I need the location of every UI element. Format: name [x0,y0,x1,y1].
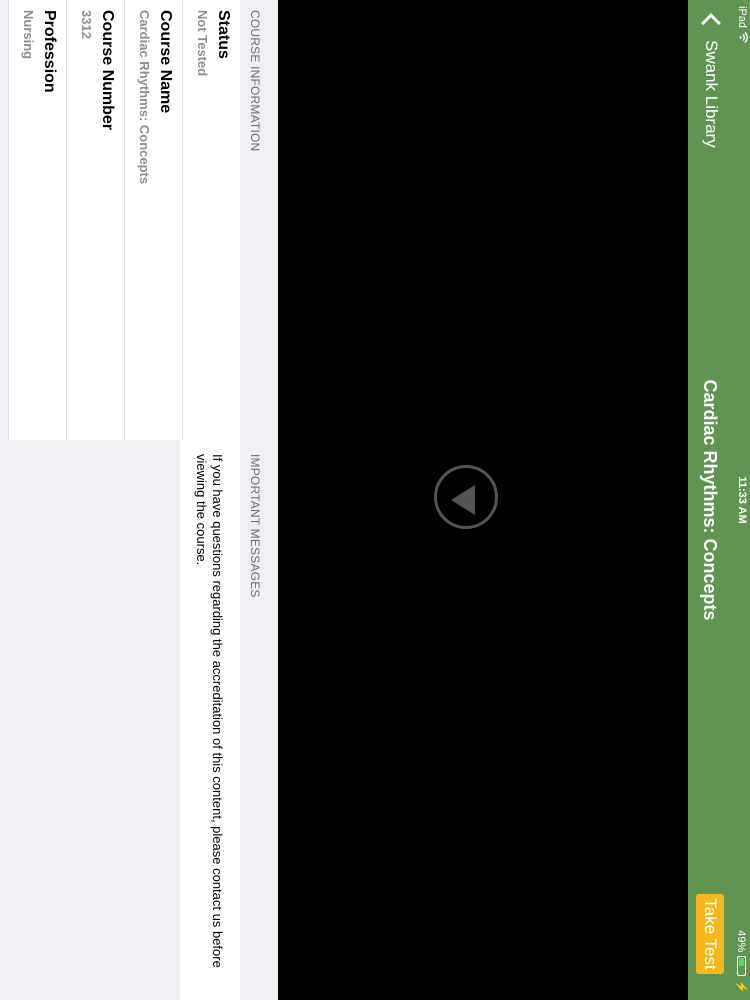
play-button[interactable] [434,465,498,529]
battery-percent: 49% [735,930,748,953]
message-box: If you have questions regarding the accr… [180,440,240,1000]
info-row-course-name: Course Name Cardiac Rhythms: Concepts [124,0,182,440]
info-label: Course Name [157,10,174,114]
info-label: Profession [41,10,58,93]
info-value: Nursing [21,10,36,60]
battery-icon [737,956,746,977]
battery-level [739,958,744,967]
info-value: Not Tested [195,10,210,77]
clock: 11:33 AM [736,476,748,524]
info-row-profession: Profession Nursing [8,0,66,440]
landscape-content: iPad 11:33 AM 49% ⚡ Swank Library Cardia… [0,0,750,1000]
info-value: 3312 [79,10,94,39]
course-information-list: Status Not Tested Course Name Cardiac Rh… [8,0,240,440]
info-label: Status [215,10,232,59]
info-row-status: Status Not Tested [182,0,240,440]
status-bar: iPad 11:33 AM 49% ⚡ [732,0,750,1000]
play-icon [451,485,475,515]
page-title: Cardiac Rhythms: Concepts [700,379,720,621]
navigation-bar: iPad 11:33 AM 49% ⚡ Swank Library Cardia… [688,0,750,1000]
screen: iPad 11:33 AM 49% ⚡ Swank Library Cardia… [0,0,750,1000]
status-right: 49% ⚡ [735,930,748,994]
info-value: Cardiac Rhythms: Concepts [137,10,152,185]
important-messages-header: IMPORTANT MESSAGES [248,454,262,598]
important-messages-section: IMPORTANT MESSAGES If you have questions… [0,440,278,1000]
info-label: Course Number [99,10,116,131]
course-information-section: COURSE INFORMATION Status Not Tested Cou… [0,0,278,440]
video-player[interactable] [278,0,688,1000]
course-information-header: COURSE INFORMATION [248,10,262,152]
info-row-course-number: Course Number 3312 [66,0,124,440]
charging-icon: ⚡ [735,980,747,994]
take-test-button[interactable]: Take Test [696,894,724,974]
message-text: If you have questions regarding the accr… [194,454,225,968]
